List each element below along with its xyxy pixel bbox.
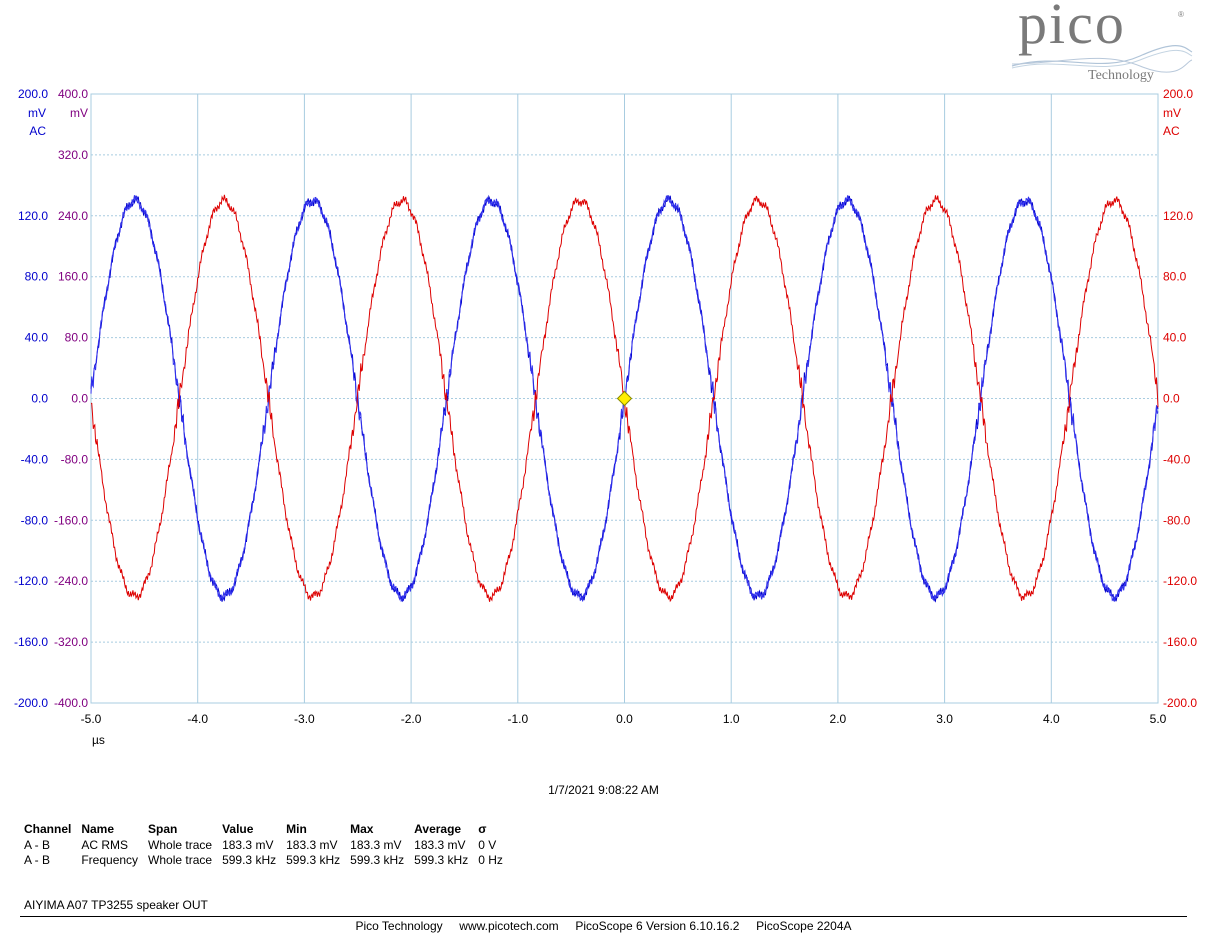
y-tick-label-left-inner: -160.0: [54, 513, 88, 527]
y-tick-label-right: -200.0: [1163, 696, 1197, 710]
x-tick-label: 1.0: [723, 712, 740, 726]
y-coupling-left-outer: AC: [29, 124, 46, 138]
y-tick-label-right: -120.0: [1163, 574, 1197, 588]
table-row: A - B AC RMS Whole trace 183.3 mV 183.3 …: [22, 837, 511, 852]
y-tick-label-left-inner: 320.0: [58, 148, 88, 162]
y-tick-label-left-outer: -160.0: [14, 635, 48, 649]
header-name: Name: [81, 822, 115, 836]
pico-logo: pico ® Technology: [1010, 0, 1195, 86]
header-span: Span: [148, 822, 178, 836]
cell-average: 183.3 mV: [414, 838, 466, 852]
trigger-marker-layer: [616, 390, 633, 407]
x-tick-label: 2.0: [830, 712, 847, 726]
x-tick-label: -4.0: [187, 712, 208, 726]
header-average: Average: [414, 822, 462, 836]
table-row: A - B Frequency Whole trace 599.3 kHz 59…: [22, 852, 511, 867]
footer-divider: [20, 916, 1187, 917]
y-tick-label-left-outer: 120.0: [18, 209, 48, 223]
cell-channel: A - B: [24, 853, 51, 867]
measurements-header-row: Channel Name Span Value Min Max Average …: [22, 822, 511, 837]
y-tick-label-right: -80.0: [1163, 513, 1191, 527]
y-unit-right: mV: [1163, 106, 1181, 120]
cell-max: 183.3 mV: [350, 838, 402, 852]
header-min: Min: [286, 822, 307, 836]
header-value: Value: [222, 822, 254, 836]
header-sigma: σ: [478, 822, 487, 836]
cell-name: AC RMS: [81, 838, 129, 852]
y-unit-left-outer: mV: [28, 106, 46, 120]
y-tick-label-right: 200.0: [1163, 87, 1193, 101]
cell-name: Frequency: [81, 853, 139, 867]
x-tick-label: 4.0: [1043, 712, 1060, 726]
y-tick-label-left-inner: 240.0: [58, 209, 88, 223]
cell-min: 599.3 kHz: [286, 853, 341, 867]
x-tick-label: -2.0: [401, 712, 422, 726]
x-tick-label: 5.0: [1150, 712, 1167, 726]
y-tick-label-right: 80.0: [1163, 270, 1187, 284]
y-tick-label-left-outer: 80.0: [25, 270, 49, 284]
y-tick-label-right: 40.0: [1163, 331, 1187, 345]
header-max: Max: [350, 822, 374, 836]
cell-average: 599.3 kHz: [414, 853, 469, 867]
cell-min: 183.3 mV: [286, 838, 338, 852]
measurements-table: Channel Name Span Value Min Max Average …: [22, 822, 511, 867]
y-tick-label-right: 0.0: [1163, 392, 1180, 406]
cell-span: Whole trace: [148, 853, 213, 867]
cell-value: 599.3 kHz: [222, 853, 277, 867]
cell-channel: A - B: [24, 838, 51, 852]
header-channel: Channel: [24, 822, 72, 836]
y-tick-label-left-inner: -400.0: [54, 696, 88, 710]
y-tick-label-right: 120.0: [1163, 209, 1193, 223]
y-tick-label-left-inner: -320.0: [54, 635, 88, 649]
x-tick-label: -3.0: [294, 712, 315, 726]
y-tick-label-left-inner: -240.0: [54, 574, 88, 588]
x-tick-label: -1.0: [507, 712, 528, 726]
tick-labels: 200.0 120.0 80.0 40.0 0.0 -40.0 -80.0 -120.0 -16…: [14, 87, 1197, 747]
y-tick-label-left-inner: 400.0: [58, 87, 88, 101]
y-tick-label-left-inner: 0.0: [71, 392, 88, 406]
capture-note: AIYIMA A07 TP3255 speaker OUT: [24, 898, 208, 912]
y-tick-label-left-outer: 40.0: [25, 331, 49, 345]
y-tick-label-left-inner: -80.0: [61, 452, 89, 466]
trigger-marker: [616, 390, 633, 407]
y-tick-label-left-outer: -40.0: [21, 452, 49, 466]
x-tick-label: -5.0: [81, 712, 102, 726]
y-tick-label-left-outer: -200.0: [14, 696, 48, 710]
y-coupling-right: AC: [1163, 124, 1180, 138]
cell-span: Whole trace: [148, 838, 213, 852]
y-unit-left-inner: mV: [70, 106, 88, 120]
y-tick-label-left-inner: 160.0: [58, 270, 88, 284]
cell-max: 599.3 kHz: [350, 853, 405, 867]
cell-sigma: 0 Hz: [478, 853, 503, 867]
y-tick-label-right: -160.0: [1163, 635, 1197, 649]
footer-text: Pico Technology www.picotech.com PicoSco…: [355, 919, 852, 933]
logo-subtitle: Technology: [1088, 68, 1154, 83]
y-tick-label-left-outer: 0.0: [31, 392, 48, 406]
y-tick-label-left-outer: 200.0: [18, 87, 48, 101]
cell-sigma: 0 V: [478, 838, 497, 852]
cell-value: 183.3 mV: [222, 838, 274, 852]
y-tick-label-left-inner: 80.0: [65, 331, 89, 345]
x-unit-label: µs: [92, 733, 105, 747]
y-tick-label-right: -40.0: [1163, 452, 1191, 466]
x-tick-label: 0.0: [616, 712, 633, 726]
oscilloscope-chart: 200.0 120.0 80.0 40.0 0.0 -40.0 -80.0 -120.0 -16…: [14, 87, 1197, 747]
capture-timestamp: 1/7/2021 9:08:22 AM: [548, 783, 659, 797]
y-tick-label-left-outer: -80.0: [21, 513, 49, 527]
x-tick-label: 3.0: [936, 712, 953, 726]
y-tick-label-left-outer: -120.0: [14, 574, 48, 588]
